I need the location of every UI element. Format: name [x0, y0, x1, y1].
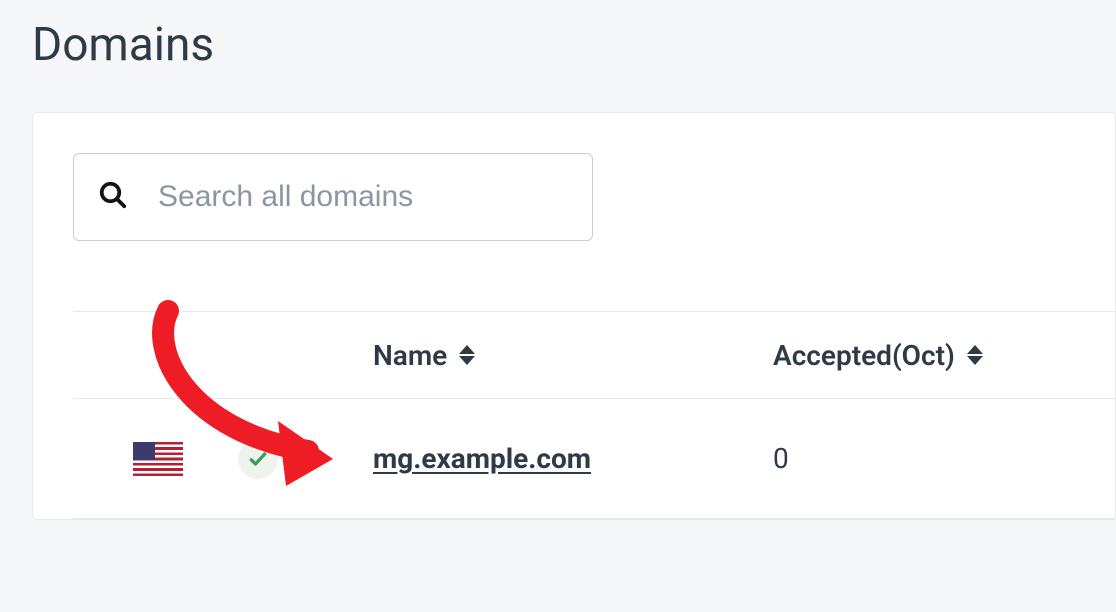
check-icon	[248, 449, 268, 469]
sort-icon	[459, 345, 475, 365]
search-box[interactable]	[73, 153, 593, 241]
column-header-name-label: Name	[373, 339, 447, 372]
table-row: mg.example.com 0	[73, 399, 1115, 519]
status-badge	[238, 439, 278, 479]
domain-link[interactable]: mg.example.com	[373, 442, 591, 475]
domains-card: Name Accepted(Oct)	[32, 112, 1116, 520]
search-input[interactable]	[156, 179, 568, 215]
column-header-accepted[interactable]: Accepted(Oct)	[773, 339, 1113, 372]
accepted-value: 0	[773, 442, 789, 475]
page-title: Domains	[32, 18, 1116, 72]
flag-us-icon	[133, 442, 183, 476]
sort-icon	[967, 345, 983, 365]
domains-table: Name Accepted(Oct)	[73, 311, 1115, 519]
column-header-name[interactable]: Name	[373, 339, 773, 372]
search-icon	[98, 180, 128, 214]
column-header-accepted-label: Accepted(Oct)	[773, 339, 955, 372]
table-header-row: Name Accepted(Oct)	[73, 311, 1115, 399]
